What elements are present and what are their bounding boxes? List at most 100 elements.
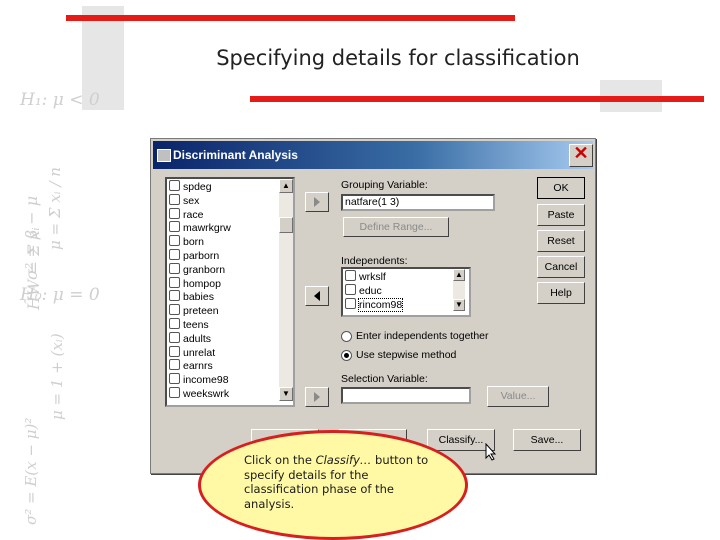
variable-label: adults	[183, 332, 212, 345]
variable-list-item[interactable]: earnrs	[167, 359, 279, 373]
variable-list-item[interactable]: preteen	[167, 304, 279, 318]
enter-together-label: Enter independents together	[356, 330, 489, 342]
variable-label: earnrs	[183, 360, 213, 373]
variable-label: race	[183, 208, 204, 221]
mouse-cursor-icon	[485, 443, 497, 461]
independent-list-item[interactable]: rincom98	[343, 297, 453, 312]
decor-red-bar-bottom	[250, 96, 704, 102]
variable-label: mawrkgrw	[183, 222, 231, 235]
value-button[interactable]: Value...	[487, 386, 549, 407]
variable-label: teens	[183, 318, 209, 331]
variable-label: born	[183, 236, 205, 249]
ok-button[interactable]: OK	[537, 177, 585, 199]
arrow-left-icon	[314, 291, 320, 301]
stepwise-method-label: Use stepwise method	[356, 349, 457, 361]
variable-list-item[interactable]: sex	[167, 193, 279, 208]
watermark-line: μ = Σ xᵢ / n	[46, 167, 64, 250]
reset-button[interactable]: Reset	[537, 230, 585, 252]
dialog-title: Discriminant Analysis	[173, 148, 298, 162]
move-independent-button[interactable]	[305, 286, 329, 306]
variable-list-item[interactable]: spdeg	[167, 180, 279, 194]
variable-list-item[interactable]: teens	[167, 317, 279, 332]
scroll-thumb[interactable]	[279, 217, 293, 233]
scroll-down-icon[interactable]: ▼	[279, 387, 293, 401]
cancel-button[interactable]: Cancel	[537, 256, 585, 278]
scale-variable-icon	[169, 331, 180, 343]
variable-list-item[interactable]: weekswrk	[167, 386, 279, 401]
scroll-up-icon[interactable]: ▲	[453, 269, 465, 281]
arrow-right-icon	[314, 197, 320, 207]
scale-variable-icon	[169, 317, 180, 329]
selection-variable-label: Selection Variable:	[341, 373, 428, 385]
variable-label: income98	[183, 374, 229, 387]
independent-label: educ	[359, 284, 382, 297]
variable-label: babies	[183, 291, 214, 304]
stepwise-method-radio[interactable]	[341, 350, 352, 361]
scroll-down-icon[interactable]: ▼	[453, 299, 465, 311]
variable-list-item[interactable]: income98	[167, 373, 279, 387]
independents-scrollbar[interactable]: ▲ ▼	[453, 269, 465, 311]
scale-variable-icon	[345, 270, 356, 281]
variable-label: weekswrk	[183, 387, 230, 400]
watermark-line: μ = 1 + (xᵢ)	[48, 333, 66, 420]
independent-label: wrkslf	[359, 271, 386, 283]
scale-variable-icon	[169, 373, 180, 385]
variable-list-item[interactable]: born	[167, 235, 279, 249]
scale-variable-icon	[345, 297, 356, 309]
arrow-right-icon	[314, 392, 320, 402]
help-button[interactable]: Help	[537, 282, 585, 304]
variable-list-item[interactable]: adults	[167, 331, 279, 346]
variable-label: hompop	[183, 277, 221, 290]
independent-list-item[interactable]: wrkslf	[343, 270, 453, 284]
move-to-selection-button[interactable]	[305, 387, 329, 407]
variable-list-item[interactable]: parborn	[167, 248, 279, 263]
independents-label: Independents:	[341, 255, 408, 267]
grouping-variable-field[interactable]: natfare(1 3)	[341, 194, 495, 211]
scale-variable-icon	[169, 235, 180, 247]
variable-list-item[interactable]: granborn	[167, 262, 279, 277]
watermark-line: σ² = E(x − μ)²	[22, 417, 40, 525]
slide-title: Specifying details for classification	[216, 46, 580, 70]
scale-variable-icon	[169, 359, 180, 371]
dialog-titlebar[interactable]: Discriminant Analysis ✕	[153, 141, 593, 169]
watermark-line: H₀: μ = 0	[20, 285, 100, 305]
variable-list-item[interactable]: babies	[167, 290, 279, 304]
independents-list[interactable]: wrkslf educ rincom98 ▲ ▼	[341, 267, 471, 317]
callout-text: Click on the Classify… button to specify…	[244, 453, 444, 511]
independent-label: rincom98	[357, 297, 404, 312]
variable-list-scrollbar[interactable]: ▲ ▼	[279, 179, 293, 401]
scale-variable-icon	[169, 262, 180, 274]
variable-list-item[interactable]: hompop	[167, 276, 279, 291]
scale-variable-icon	[169, 345, 180, 357]
scroll-up-icon[interactable]: ▲	[279, 179, 293, 193]
close-button[interactable]: ✕	[569, 143, 593, 167]
variable-list-item[interactable]: race	[167, 207, 279, 222]
variable-list-item[interactable]: unrelat	[167, 345, 279, 360]
save-button[interactable]: Save...	[513, 429, 581, 451]
callout-emphasis: Classify…	[315, 453, 372, 467]
paste-button[interactable]: Paste	[537, 204, 585, 226]
variable-label: parborn	[183, 249, 220, 262]
independent-list-item[interactable]: educ	[343, 283, 453, 298]
scale-variable-icon	[169, 221, 180, 233]
decor-red-bar-top	[66, 15, 515, 21]
scale-variable-icon	[169, 304, 180, 316]
scale-variable-icon	[169, 193, 180, 205]
scale-variable-icon	[169, 180, 180, 191]
selection-variable-field[interactable]	[341, 387, 471, 404]
scale-variable-icon	[169, 248, 180, 260]
scale-variable-icon	[345, 283, 356, 295]
variable-list-item[interactable]: mawrkgrw	[167, 221, 279, 235]
scale-variable-icon	[169, 207, 180, 219]
callout-prefix: Click on the	[244, 453, 316, 467]
independents-list-items: wrkslf educ rincom98	[343, 270, 453, 312]
define-range-button[interactable]: Define Range...	[343, 217, 449, 237]
variable-list[interactable]: spdeg sex race mawrkgrw born parborn granborn h…	[165, 177, 295, 407]
app-icon	[157, 149, 171, 162]
enter-together-radio[interactable]	[341, 331, 352, 342]
discriminant-analysis-dialog: Discriminant Analysis ✕ spdeg sex race mawr…	[150, 138, 596, 474]
grouping-variable-label: Grouping Variable:	[341, 179, 428, 191]
scale-variable-icon	[169, 386, 180, 398]
move-to-grouping-button[interactable]	[305, 192, 329, 212]
variable-list-items: spdeg sex race mawrkgrw born parborn granborn h…	[167, 180, 279, 401]
